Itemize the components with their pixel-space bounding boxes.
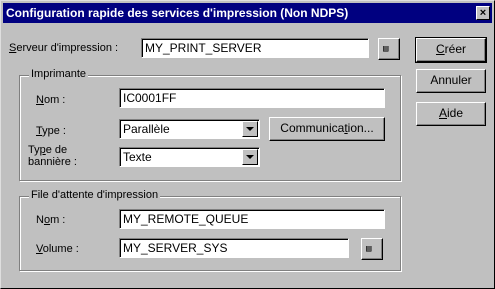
- cancel-button[interactable]: Annuler: [416, 69, 486, 93]
- printer-name-input[interactable]: IC0001FF: [119, 88, 385, 108]
- close-button[interactable]: ×: [476, 6, 490, 20]
- chevron-down-icon[interactable]: [242, 121, 258, 137]
- queue-name-input[interactable]: MY_REMOTE_QUEUE: [119, 209, 385, 229]
- create-button[interactable]: Créer: [415, 37, 487, 63]
- printer-type-value: Parallèle: [123, 122, 170, 136]
- communication-button[interactable]: Communication...: [269, 117, 385, 141]
- volume-browse-button[interactable]: ▤: [361, 238, 383, 260]
- printer-type-select[interactable]: Parallèle: [119, 119, 260, 139]
- dialog-window: Configuration rapide des services d'impr…: [0, 0, 495, 289]
- server-input[interactable]: MY_PRINT_SERVER: [141, 38, 369, 58]
- browse-tree-icon: ▤: [366, 244, 372, 254]
- volume-input[interactable]: MY_SERVER_SYS: [119, 238, 349, 258]
- window-title: Configuration rapide des services d'impr…: [6, 6, 349, 20]
- printer-name-label: Nom :: [36, 94, 66, 106]
- printer-group-title: Imprimante: [29, 68, 89, 80]
- banner-type-value: Texte: [123, 150, 152, 164]
- queue-name-label: Nom :: [36, 214, 66, 226]
- browse-tree-icon: ▤: [383, 44, 389, 54]
- server-browse-button[interactable]: ▤: [378, 38, 400, 60]
- queue-group-title: File d'attente d'impression: [29, 189, 161, 201]
- printer-type-label: Type :: [36, 125, 66, 137]
- close-icon: ×: [479, 7, 487, 19]
- server-label: Serveur d'impression :: [9, 42, 119, 54]
- title-bar: Configuration rapide des services d'impr…: [3, 3, 492, 23]
- banner-type-label: Type de bannière :: [28, 144, 77, 168]
- queue-group: [19, 196, 401, 271]
- help-button[interactable]: Aide: [416, 102, 486, 126]
- chevron-down-icon[interactable]: [242, 149, 258, 165]
- banner-type-select[interactable]: Texte: [119, 147, 260, 167]
- volume-label: Volume :: [36, 243, 79, 255]
